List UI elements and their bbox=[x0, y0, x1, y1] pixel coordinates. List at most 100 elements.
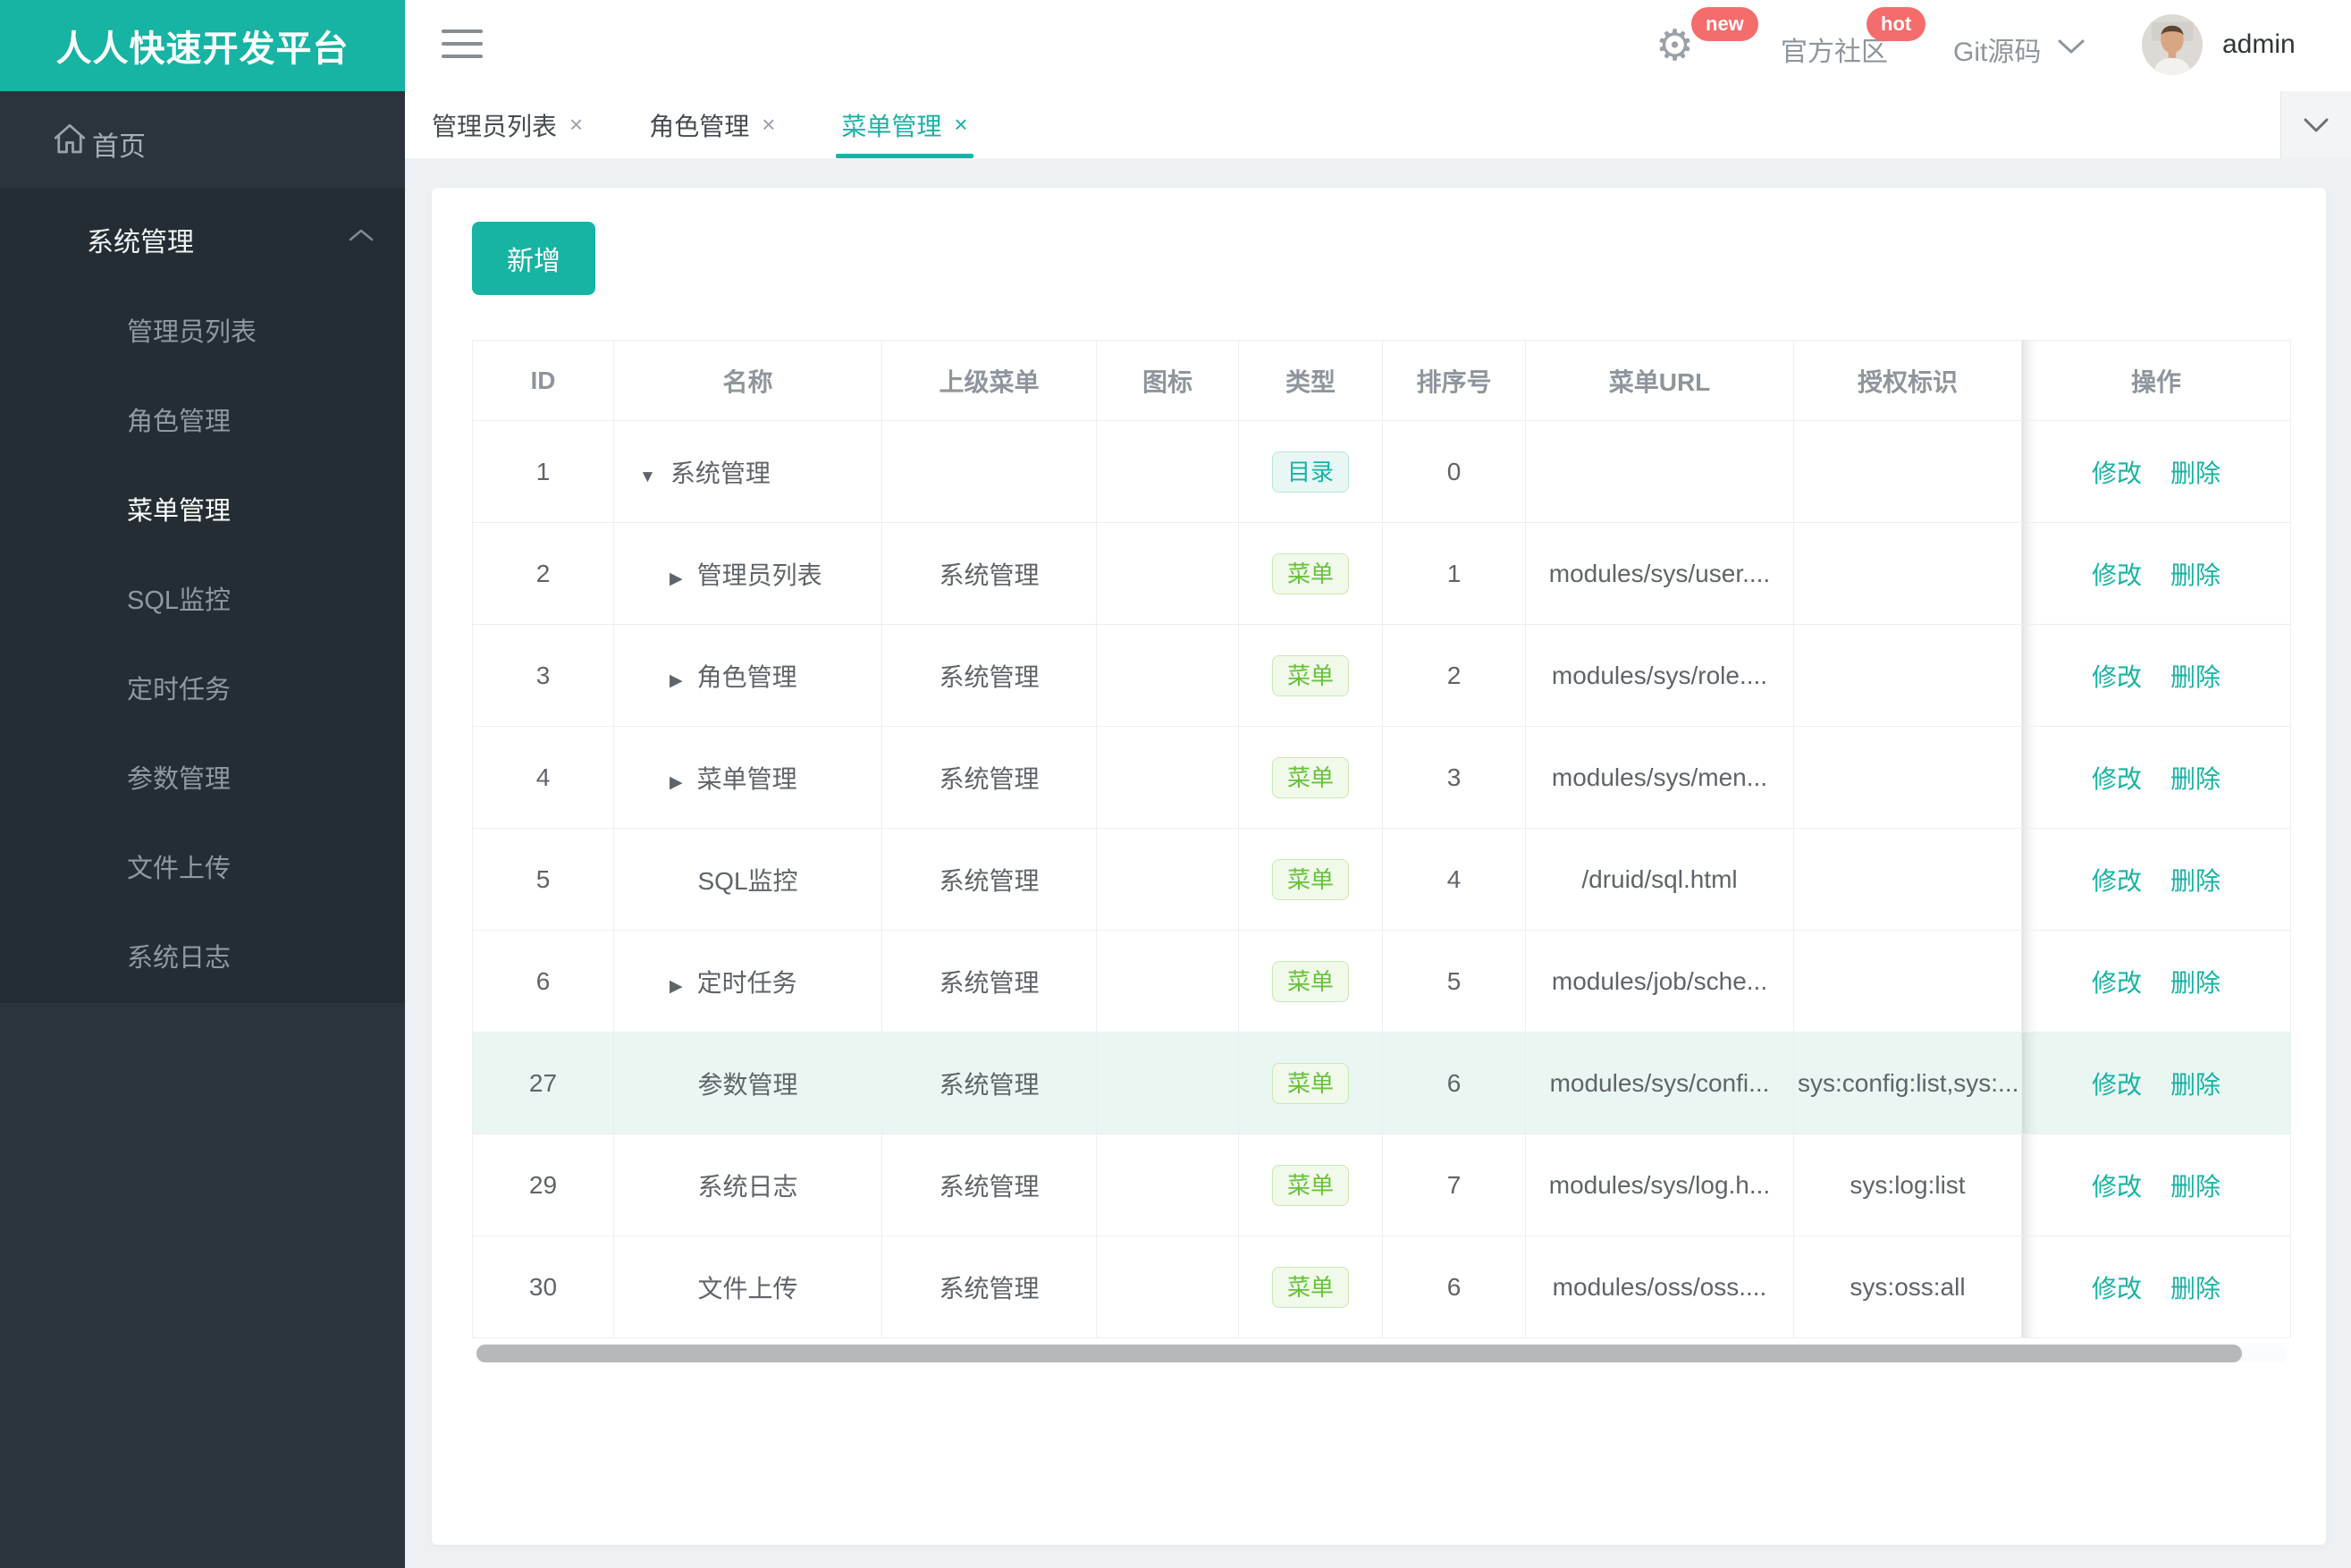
hamburger-menu-icon[interactable] bbox=[442, 30, 483, 62]
horizontal-scrollbar-thumb[interactable] bbox=[476, 1345, 2242, 1362]
edit-link[interactable]: 修改 bbox=[2092, 867, 2142, 895]
close-icon[interactable]: × bbox=[954, 111, 967, 139]
sidebar-submenu: 管理员列表 角色管理 菜单管理 SQL监控 定时任务 参数管理 文件上传 系统日… bbox=[0, 288, 405, 1003]
table-row: 27 参数管理 系统管理 菜单 6 modules/sys/confi... sys:con… bbox=[472, 1032, 2291, 1134]
delete-link[interactable]: 删除 bbox=[2170, 1275, 2220, 1302]
tabs-dropdown-button[interactable] bbox=[2280, 91, 2351, 158]
collapse-arrow-icon[interactable]: ▼ bbox=[639, 468, 656, 486]
edit-link[interactable]: 修改 bbox=[2092, 1275, 2142, 1302]
delete-link[interactable]: 删除 bbox=[2170, 663, 2220, 691]
table-row: 2 ▶ 管理员列表 系统管理 菜单 1 modules/sys/user.... 修改 删除 bbox=[472, 522, 2291, 625]
cell-name: 文件上传 bbox=[613, 1235, 882, 1338]
cell-type: 菜单 bbox=[1238, 624, 1383, 727]
delete-link[interactable]: 删除 bbox=[2170, 561, 2220, 589]
edit-link[interactable]: 修改 bbox=[2092, 1173, 2142, 1201]
cell-id: 6 bbox=[472, 930, 614, 1033]
content-card: 新增 ID 名称 上级菜单 图标 类型 排序号 菜单URL 授权标识 操作 1 … bbox=[432, 188, 2326, 1545]
delete-link[interactable]: 删除 bbox=[2170, 969, 2220, 997]
tab-label: 管理员列表 bbox=[432, 112, 558, 140]
sidebar-item-sql-monitor[interactable]: SQL监控 bbox=[0, 556, 405, 645]
main-content-area: 新增 ID 名称 上级菜单 图标 类型 排序号 菜单URL 授权标识 操作 1 … bbox=[405, 158, 2351, 1568]
type-badge: 菜单 bbox=[1271, 858, 1349, 900]
cell-auth-mark bbox=[1793, 420, 2022, 523]
edit-link[interactable]: 修改 bbox=[2092, 969, 2142, 997]
cell-menu-url: modules/oss/oss.... bbox=[1525, 1235, 1794, 1338]
table-row: 29 系统日志 系统管理 菜单 7 modules/sys/log.h... sys:log… bbox=[472, 1134, 2291, 1236]
cell-parent-menu: 系统管理 bbox=[881, 624, 1097, 727]
chevron-down-icon[interactable] bbox=[2056, 38, 2086, 55]
cell-name: ▶ 菜单管理 bbox=[613, 726, 882, 829]
expand-arrow-icon[interactable]: ▶ bbox=[670, 671, 683, 690]
cell-name: ▼ 系统管理 bbox=[613, 420, 882, 523]
cell-parent-menu: 系统管理 bbox=[881, 1134, 1097, 1236]
username-label[interactable]: admin bbox=[2222, 30, 2296, 60]
menu-name: 菜单管理 bbox=[696, 764, 797, 793]
delete-link[interactable]: 删除 bbox=[2170, 1173, 2220, 1201]
col-parent-menu: 上级菜单 bbox=[881, 340, 1097, 421]
cell-auth-mark bbox=[1793, 522, 2022, 625]
cell-id: 27 bbox=[472, 1032, 614, 1134]
cell-id: 30 bbox=[472, 1235, 614, 1338]
sidebar-item-file-upload[interactable]: 文件上传 bbox=[0, 824, 405, 914]
col-type: 类型 bbox=[1238, 340, 1383, 421]
add-button[interactable]: 新增 bbox=[472, 222, 595, 295]
cell-icon bbox=[1096, 624, 1239, 727]
edit-link[interactable]: 修改 bbox=[2092, 1071, 2142, 1099]
col-auth-mark: 授权标识 bbox=[1793, 340, 2022, 421]
tab-admin-list[interactable]: 管理员列表 × bbox=[432, 91, 583, 158]
sidebar-item-scheduled-tasks[interactable]: 定时任务 bbox=[0, 645, 405, 735]
delete-link[interactable]: 删除 bbox=[2170, 1071, 2220, 1099]
gear-icon[interactable]: ⚙ bbox=[1656, 23, 1694, 70]
edit-link[interactable]: 修改 bbox=[2092, 459, 2142, 487]
sidebar-item-home[interactable]: 首页 bbox=[0, 91, 405, 188]
cell-menu-url: modules/job/sche... bbox=[1525, 930, 1794, 1033]
sidebar-item-admin-list[interactable]: 管理员列表 bbox=[0, 288, 405, 377]
tab-bar: 管理员列表 × 角色管理 × 菜单管理 × bbox=[405, 91, 2351, 159]
git-source-link[interactable]: Git源码 bbox=[1953, 30, 2041, 69]
cell-type: 菜单 bbox=[1238, 726, 1383, 829]
expand-arrow-icon[interactable]: ▶ bbox=[670, 773, 683, 792]
expand-arrow-icon[interactable]: ▶ bbox=[670, 569, 683, 588]
table-row: 4 ▶ 菜单管理 系统管理 菜单 3 modules/sys/men... 修改 删除 bbox=[472, 726, 2291, 829]
close-icon[interactable]: × bbox=[569, 111, 583, 139]
sidebar-home-label: 首页 bbox=[92, 132, 146, 162]
edit-link[interactable]: 修改 bbox=[2092, 663, 2142, 691]
cell-actions: 修改 删除 bbox=[2021, 828, 2291, 931]
cell-menu-url bbox=[1525, 420, 1794, 523]
cell-menu-url: modules/sys/log.h... bbox=[1525, 1134, 1794, 1236]
tab-menu-management[interactable]: 菜单管理 × bbox=[836, 91, 973, 158]
cell-icon bbox=[1096, 1235, 1239, 1338]
edit-link[interactable]: 修改 bbox=[2092, 561, 2142, 589]
edit-link[interactable]: 修改 bbox=[2092, 765, 2142, 793]
delete-link[interactable]: 删除 bbox=[2170, 765, 2220, 793]
type-badge: 菜单 bbox=[1271, 654, 1349, 696]
cell-icon bbox=[1096, 1032, 1239, 1134]
cell-actions: 修改 删除 bbox=[2021, 1235, 2291, 1338]
table-row: 3 ▶ 角色管理 系统管理 菜单 2 modules/sys/role.... 修改 删除 bbox=[472, 624, 2291, 727]
cell-type: 目录 bbox=[1238, 420, 1383, 523]
close-icon[interactable]: × bbox=[762, 111, 775, 139]
sidebar-item-param-management[interactable]: 参数管理 bbox=[0, 735, 405, 824]
cell-menu-url: /druid/sql.html bbox=[1525, 828, 1794, 931]
sidebar-item-menu-management[interactable]: 菜单管理 bbox=[0, 467, 405, 556]
table-row: 6 ▶ 定时任务 系统管理 菜单 5 modules/job/sche... 修改 删除 bbox=[472, 930, 2291, 1033]
user-avatar[interactable] bbox=[2142, 14, 2203, 75]
sidebar-item-role-management[interactable]: 角色管理 bbox=[0, 377, 405, 467]
tab-role-management[interactable]: 角色管理 × bbox=[649, 91, 775, 158]
col-id: ID bbox=[472, 340, 614, 421]
cell-name: 系统日志 bbox=[613, 1134, 882, 1236]
cell-menu-url: modules/sys/role.... bbox=[1525, 624, 1794, 727]
expand-arrow-icon[interactable]: ▶ bbox=[670, 977, 683, 996]
cell-order: 4 bbox=[1382, 828, 1526, 931]
cell-id: 2 bbox=[472, 522, 614, 625]
sidebar-item-system-log[interactable]: 系统日志 bbox=[0, 914, 405, 1003]
cell-actions: 修改 删除 bbox=[2021, 624, 2291, 727]
cell-actions: 修改 删除 bbox=[2021, 1134, 2291, 1236]
delete-link[interactable]: 删除 bbox=[2170, 459, 2220, 487]
cell-icon bbox=[1096, 726, 1239, 829]
cell-actions: 修改 删除 bbox=[2021, 1032, 2291, 1134]
sidebar-group-header[interactable]: 系统管理 bbox=[0, 188, 405, 281]
cell-name: SQL监控 bbox=[613, 828, 882, 931]
delete-link[interactable]: 删除 bbox=[2170, 867, 2220, 895]
top-header: 人人快速开发平台 ⚙ new 官方社区 hot Git源码 admin bbox=[0, 0, 2351, 91]
